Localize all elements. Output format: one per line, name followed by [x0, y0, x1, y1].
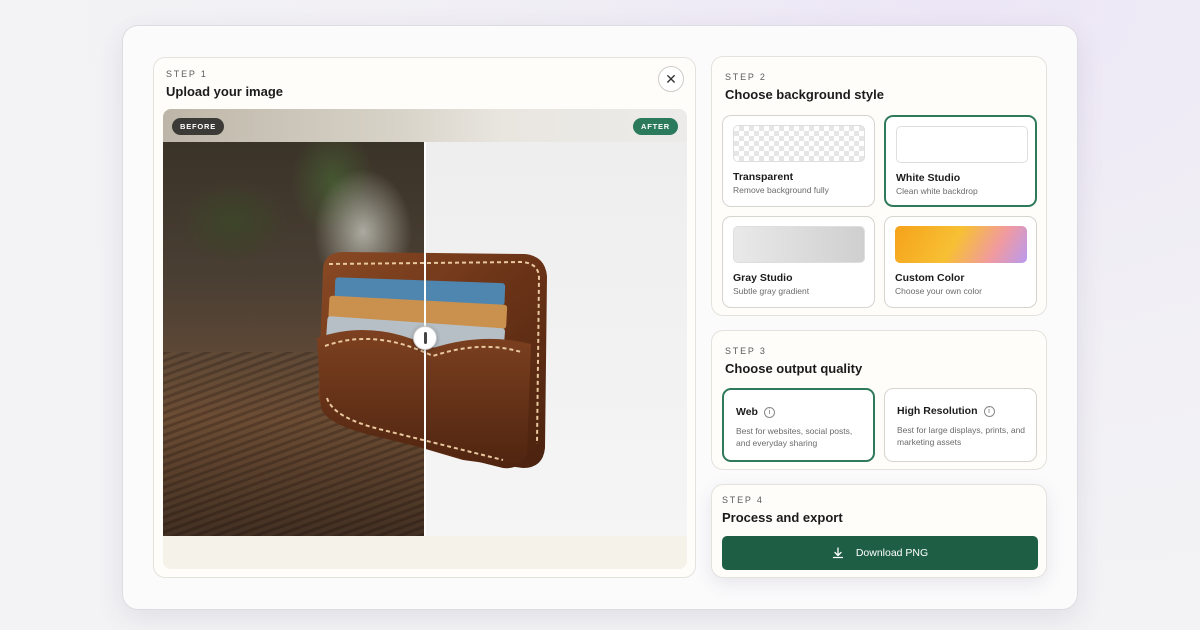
option-transparent[interactable]: Transparent Remove background fully [722, 115, 875, 207]
option-subtitle: Subtle gray gradient [733, 286, 810, 296]
download-label: Download PNG [855, 547, 929, 559]
gray-swatch [733, 226, 865, 263]
export-title: Process and export [722, 510, 843, 525]
option-subtitle: Clean white backdrop [896, 186, 978, 196]
info-icon[interactable]: i [763, 406, 775, 418]
option-subtitle: Remove background fully [733, 185, 829, 195]
upload-title: Upload your image [166, 84, 284, 99]
image-top-band [163, 109, 687, 142]
option-title: White Studio [896, 172, 961, 184]
white-swatch [896, 126, 1028, 163]
after-tag: AFTER [633, 118, 678, 135]
download-png-button[interactable]: Download PNG [722, 536, 1038, 570]
upload-card: STEP 1 Upload your image ✕ BEFORE AFTER [153, 57, 696, 578]
download-icon [832, 547, 843, 559]
option-custom-color[interactable]: Custom Color Choose your own color [884, 216, 1037, 308]
option-title: Gray Studio [733, 272, 793, 284]
background-style-title: Choose background style [725, 87, 884, 102]
option-white-studio[interactable]: White Studio Clean white backdrop [884, 115, 1037, 207]
wallet-image [317, 252, 547, 469]
option-title: Custom Color [895, 272, 965, 284]
option-gray-studio[interactable]: Gray Studio Subtle gray gradient [722, 216, 875, 308]
output-quality-title: Choose output quality [725, 361, 863, 376]
step-label: STEP 2 [725, 72, 767, 82]
comparison-slider-handle[interactable] [413, 326, 437, 350]
custom-color-swatch [895, 226, 1027, 263]
quality-high-resolution[interactable]: High Resolution i Best for large displays… [884, 388, 1037, 462]
output-quality-card: STEP 3 Choose output quality Web i Best f… [711, 330, 1047, 470]
step-label: STEP 3 [725, 346, 767, 356]
transparent-swatch [733, 125, 865, 162]
info-icon[interactable]: i [983, 405, 995, 417]
quality-web[interactable]: Web i Best for websites, social posts, an… [722, 388, 875, 462]
quality-title: High Resolution [897, 405, 978, 417]
export-card: STEP 4 Process and export Download PNG [711, 484, 1047, 578]
close-button[interactable]: ✕ [658, 66, 684, 92]
before-tag: BEFORE [172, 118, 225, 135]
option-subtitle: Choose your own color [895, 286, 982, 296]
quality-description: Best for websites, social posts, and eve… [736, 426, 853, 448]
option-title: Transparent [733, 171, 794, 183]
background-style-card: STEP 2 Choose background style Transpare… [711, 56, 1047, 316]
image-comparison: BEFORE AFTER [163, 109, 687, 569]
quality-description: Best for large displays, prints, and mar… [897, 425, 1026, 447]
step-label: STEP 4 [722, 495, 764, 505]
product-photo [163, 142, 687, 536]
close-icon: ✕ [665, 70, 677, 87]
quality-title: Web [736, 406, 758, 418]
step-label: STEP 1 [166, 69, 208, 79]
